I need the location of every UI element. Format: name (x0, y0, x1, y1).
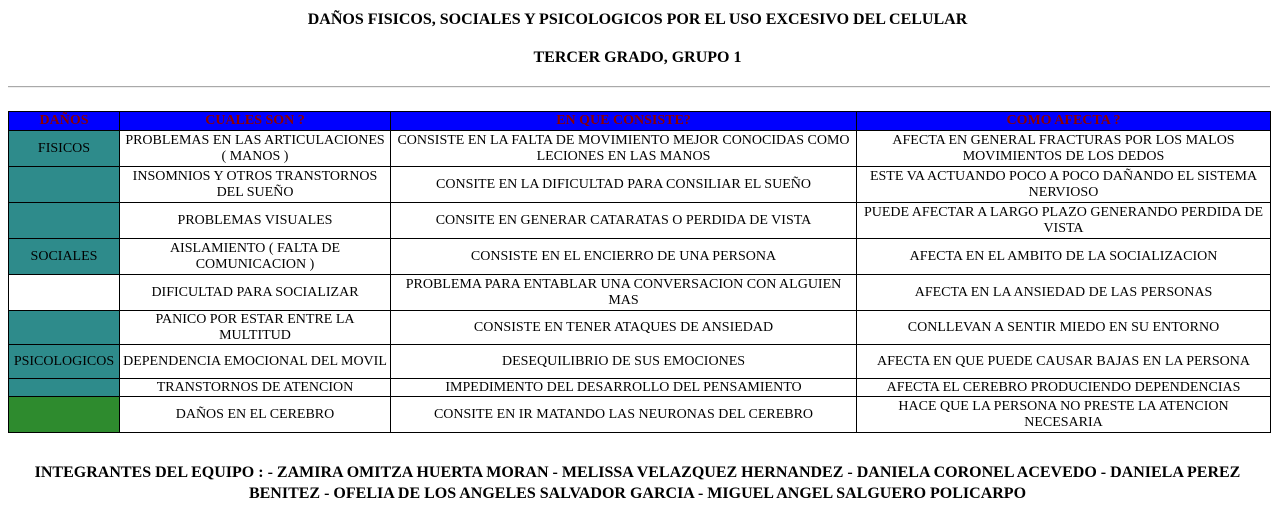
category-cell (8, 274, 120, 311)
cuales-cell: PANICO POR ESTAR ENTRE LA MULTITUD (119, 310, 391, 345)
team-members: INTEGRANTES DEL EQUIPO : - ZAMIRA OMITZA… (34, 464, 1241, 502)
consiste-cell: CONSISTE EN TENER ATAQUES DE ANSIEDAD (390, 310, 857, 345)
table-row: DIFICULTAD PARA SOCIALIZAR PROBLEMA PARA… (8, 274, 1271, 311)
cuales-cell: TRANSTORNOS DE ATENCION (119, 378, 391, 397)
category-cell (8, 396, 120, 433)
afecta-cell: AFECTA EN EL AMBITO DE LA SOCIALIZACION (856, 238, 1271, 275)
afecta-cell: PUEDE AFECTAR A LARGO PLAZO GENERANDO PE… (856, 202, 1271, 239)
header-en-que-consiste: EN QUE CONSISTE? (390, 111, 857, 131)
table-row: PROBLEMAS VISUALES CONSITE EN GENERAR CA… (8, 202, 1271, 239)
category-cell (8, 166, 120, 203)
cuales-cell: PROBLEMAS EN LAS ARTICULACIONES ( MANOS … (119, 130, 391, 167)
horizontal-rule (8, 86, 1270, 88)
category-cell: SOCIALES (8, 238, 120, 275)
table-row: SOCIALES AISLAMIENTO ( FALTA DE COMUNICA… (8, 238, 1271, 275)
table-row: PSICOLOGICOS DEPENDENCIA EMOCIONAL DEL M… (8, 344, 1271, 379)
cuales-cell: DIFICULTAD PARA SOCIALIZAR (119, 274, 391, 311)
consiste-cell: CONSITE EN LA DIFICULTAD PARA CONSILIAR … (390, 166, 857, 203)
cuales-cell: AISLAMIENTO ( FALTA DE COMUNICACION ) (119, 238, 391, 275)
page-subtitle: TERCER GRADO, GRUPO 1 (533, 49, 742, 66)
header-cuales-son: CUALES SON ? (119, 111, 391, 131)
afecta-cell: CONLLEVAN A SENTIR MIEDO EN SU ENTORNO (856, 310, 1271, 345)
consiste-cell: PROBLEMA PARA ENTABLAR UNA CONVERSACION … (390, 274, 857, 311)
consiste-cell: CONSITE EN IR MATANDO LAS NEURONAS DEL C… (390, 396, 857, 433)
damages-table: DAÑOS CUALES SON ? EN QUE CONSISTE? COMO… (8, 111, 1271, 433)
consiste-cell: IMPEDIMENTO DEL DESARROLLO DEL PENSAMIEN… (390, 378, 857, 397)
table-row: INSOMNIOS Y OTROS TRANSTORNOS DEL SUEÑO … (8, 166, 1271, 203)
consiste-cell: CONSISTE EN EL ENCIERRO DE UNA PERSONA (390, 238, 857, 275)
header-como-afecta: COMO AFECTA ? (856, 111, 1271, 131)
cuales-cell: DEPENDENCIA EMOCIONAL DEL MOVIL (119, 344, 391, 379)
table-row: TRANSTORNOS DE ATENCION IMPEDIMENTO DEL … (8, 378, 1271, 397)
category-cell (8, 202, 120, 239)
table-row: DAÑOS EN EL CEREBRO CONSITE EN IR MATAND… (8, 396, 1271, 433)
page-title: DAÑOS FISICOS, SOCIALES Y PSICOLOGICOS P… (307, 11, 968, 28)
consiste-cell: CONSISTE EN LA FALTA DE MOVIMIENTO MEJOR… (390, 130, 857, 167)
cuales-cell: PROBLEMAS VISUALES (119, 202, 391, 239)
cuales-cell: DAÑOS EN EL CEREBRO (119, 396, 391, 433)
afecta-cell: AFECTA EN QUE PUEDE CAUSAR BAJAS EN LA P… (856, 344, 1271, 379)
table-row: FISICOS PROBLEMAS EN LAS ARTICULACIONES … (8, 130, 1271, 167)
afecta-cell: AFECTA EN LA ANSIEDAD DE LAS PERSONAS (856, 274, 1271, 311)
afecta-cell: AFECTA EL CEREBRO PRODUCIENDO DEPENDENCI… (856, 378, 1271, 397)
afecta-cell: AFECTA EN GENERAL FRACTURAS POR LOS MALO… (856, 130, 1271, 167)
cuales-cell: INSOMNIOS Y OTROS TRANSTORNOS DEL SUEÑO (119, 166, 391, 203)
category-cell: FISICOS (8, 130, 120, 167)
table-header-row: DAÑOS CUALES SON ? EN QUE CONSISTE? COMO… (8, 111, 1271, 131)
header-danos: DAÑOS (8, 111, 120, 131)
afecta-cell: HACE QUE LA PERSONA NO PRESTE LA ATENCIO… (856, 396, 1271, 433)
table-row: PANICO POR ESTAR ENTRE LA MULTITUD CONSI… (8, 310, 1271, 345)
category-cell (8, 310, 120, 345)
consiste-cell: DESEQUILIBRIO DE SUS EMOCIONES (390, 344, 857, 379)
category-cell: PSICOLOGICOS (8, 344, 120, 379)
category-cell (8, 378, 120, 397)
afecta-cell: ESTE VA ACTUANDO POCO A POCO DAÑANDO EL … (856, 166, 1271, 203)
page: DAÑOS FISICOS, SOCIALES Y PSICOLOGICOS P… (0, 0, 1275, 514)
consiste-cell: CONSITE EN GENERAR CATARATAS O PERDIDA D… (390, 202, 857, 239)
